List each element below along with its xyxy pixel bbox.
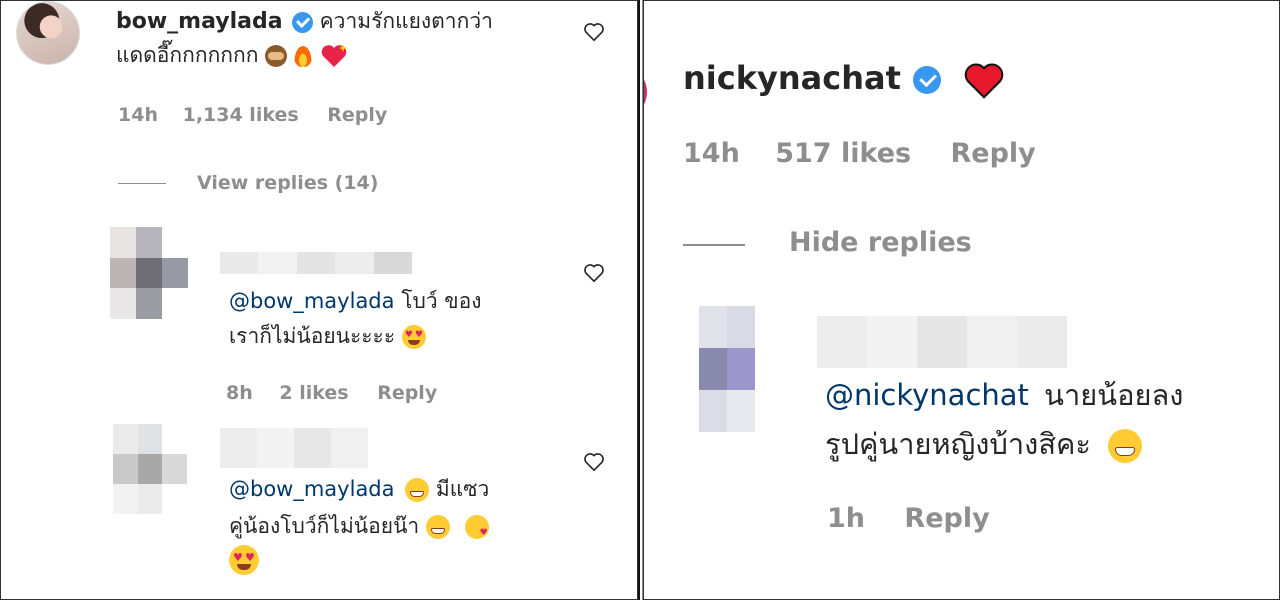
reply-text: โบว์ ของ [401,289,482,313]
avatar[interactable] [643,70,647,114]
mention-link[interactable]: @nickynachat [825,378,1029,412]
reply-text: รูปคู่นายหญิงบ้างสิคะ [825,427,1091,461]
likes-count[interactable]: 517 likes [775,138,911,169]
replies-divider [118,183,166,184]
comment-text: ความรักแยงตากว่า [319,9,493,33]
reply-time[interactable]: 8h [226,382,253,404]
comment-time[interactable]: 14h [683,138,740,169]
grinning-emoji-icon [1108,429,1143,463]
reply-text: นายน้อยลง [1044,378,1184,412]
like-heart-icon[interactable] [583,263,605,283]
reply-meta: 8h 2 likes Reply [226,379,437,407]
red-heart-icon [964,63,1004,99]
grinning-emoji-icon [405,478,430,502]
comment-text-line2: แดดอี๊กกกกกกก [116,38,349,72]
reply-text-line1: @bow_maylada มีแซว [229,473,489,505]
reply-meta: 1h Reply [827,500,990,538]
username-blurred [817,316,1067,368]
avatar[interactable] [110,227,188,319]
reply-text-line1: @nickynachat นายน้อยลง [825,373,1183,417]
reply-text-line2: คู่น้องโบว์ก็ไม่น้อยน๊า ♥ [229,510,489,542]
verified-badge-icon [291,11,313,33]
heart-eyes-emoji-icon: ♥ ♥ [401,325,426,349]
emoji-line: ♥ ♥ [229,545,259,575]
comment-header: nickynachat [683,55,1005,101]
reply-button[interactable]: Reply [327,104,387,126]
reply-button[interactable]: Reply [377,382,437,404]
username-blurred [220,428,368,468]
reply-text-line1: @bow_maylada โบว์ ของ [229,285,482,317]
reply-text-line2: เราก็ไม่น้อยนะะะะ ♥ ♥ [229,320,426,352]
comment-time[interactable]: 14h [118,104,158,126]
username-link[interactable]: bow_maylada [116,9,283,34]
reply-time[interactable]: 1h [827,503,865,534]
replies-divider [683,244,745,246]
mention-link[interactable]: @bow_maylada [229,289,395,313]
comment-header: bow_maylada ความรักแยงตากว่า [116,4,493,39]
avatar[interactable] [16,1,80,65]
username-blurred [220,252,412,274]
left-screenshot-panel: bow_maylada ความรักแยงตากว่า แดดอี๊กกกกก… [0,0,640,600]
like-heart-icon[interactable] [583,22,605,42]
like-heart-icon[interactable] [583,452,605,472]
reply-text: มีแซว [435,477,490,501]
right-screenshot-panel: nickynachat 14h 517 likes Reply Hide rep… [642,0,1280,600]
reply-text-line2: รูปคู่นายหญิงบ้างสิคะ [825,422,1143,466]
avatar[interactable] [113,424,187,514]
username-link[interactable]: nickynachat [683,59,901,97]
reply-text: คู่น้องโบว์ก็ไม่น้อยน๊า [229,514,420,538]
reply-text: เราก็ไม่น้อยนะะะะ [229,324,396,348]
fire-icon [293,45,312,67]
grinning-emoji-icon [425,515,450,539]
comment-text: แดดอี๊กกกกกกก [116,43,259,67]
reply-button[interactable]: Reply [951,138,1036,169]
comment-meta: 14h 517 likes Reply [683,135,1036,173]
avatar[interactable] [699,306,783,432]
mention-link[interactable]: @bow_maylada [229,477,395,501]
likes-count[interactable]: 1,134 likes [183,104,299,126]
see-no-evil-monkey-icon [265,45,288,67]
reply-button[interactable]: Reply [904,503,989,534]
hide-replies-button[interactable]: Hide replies [789,224,972,262]
view-replies-button[interactable]: View replies (14) [197,169,378,197]
likes-count[interactable]: 2 likes [279,382,348,404]
kissing-heart-emoji-icon: ♥ [464,515,489,539]
comment-meta: 14h 1,134 likes Reply [118,101,387,129]
sparkling-heart-icon [321,44,347,67]
verified-badge-icon [913,66,942,94]
heart-eyes-emoji-icon: ♥ ♥ [229,545,259,575]
